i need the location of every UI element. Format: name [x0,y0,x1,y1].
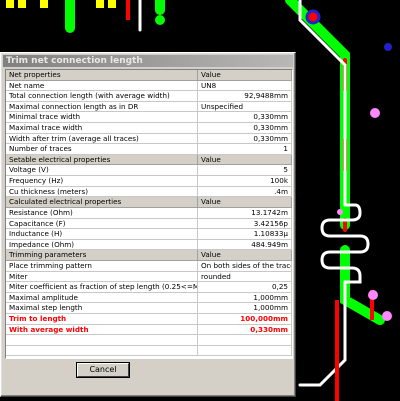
property-value [198,345,292,357]
property-value: Value [198,250,292,261]
property-label: Inductance (H) [6,229,198,240]
table-row[interactable]: Miter coefficient as fraction of step le… [6,282,292,293]
property-value[interactable]: 5 [198,165,292,177]
table-row[interactable]: Miter rounded [6,271,292,283]
property-label: Maximal trace width [6,123,198,134]
property-value[interactable]: 92,9488mm [198,91,292,102]
table-row[interactable]: Width after trim (average all traces) 0,3… [6,133,292,145]
property-label: Miter [6,271,198,283]
table-row[interactable]: Capacitance (F) 3.42156p [6,218,292,230]
property-label: Minimal trace width [6,112,198,124]
property-label: Width after trim (average all traces) [6,133,198,145]
property-label: Number of traces [6,144,198,155]
table-section-header: Trimming parameters Value [6,250,292,261]
table-row[interactable]: Total connection length (with average wi… [6,91,292,102]
property-value: Value [198,70,292,81]
table-row[interactable]: With average width 0,330mm [6,324,292,336]
property-value [198,335,292,346]
property-label [6,345,198,357]
property-value[interactable]: 100,000mm [198,314,292,325]
property-value[interactable]: 1,000mm [198,303,292,315]
property-label: Trimming parameters [6,250,198,261]
property-value[interactable]: 100k [198,176,292,187]
property-label: Capacitance (F) [6,218,198,230]
table-section-header: Setable electrical properties Value [6,154,292,166]
property-value[interactable]: .4m [198,186,292,198]
table-row[interactable]: Maximal trace width 0,330mm [6,123,292,134]
table-row[interactable] [6,345,292,357]
table-row[interactable] [6,335,292,346]
property-value[interactable]: 484.949m [198,239,292,251]
table-row[interactable]: Place trimming pattern On both sides of t… [6,260,292,272]
property-label: Miter coefficient as fraction of step le… [6,282,198,293]
property-label: Cu thickness (meters) [6,186,198,198]
property-value[interactable]: 0,330mm [198,112,292,124]
table-row[interactable]: Net name UN8 [6,80,292,92]
table-row[interactable]: Maximal step length 1,000mm [6,303,292,315]
property-label: Calculated electrical properties [6,197,198,208]
property-label: Net name [6,80,198,92]
property-label: With average width [6,324,198,336]
property-value[interactable]: rounded [198,271,292,283]
property-label: Resistance (Ohm) [6,207,198,219]
dialog-title: Trim net connection length [3,55,293,67]
property-label: Place trimming pattern [6,260,198,272]
property-value[interactable]: Unspecified [198,101,292,113]
property-value[interactable]: 3.42156p [198,218,292,230]
property-label: Net properties [6,70,198,81]
property-label: Trim to length [6,314,198,325]
trim-net-dialog: Trim net connection length Net propertie… [0,52,296,397]
properties-table[interactable]: Net properties Value Net name UN8 Total conn… [5,69,293,359]
property-label: Impedance (Ohm) [6,239,198,251]
property-value[interactable]: 0,330mm [198,133,292,145]
table-row[interactable]: Cu thickness (meters) .4m [6,186,292,198]
property-value[interactable]: UN8 [198,80,292,92]
property-value[interactable]: 13.1742m [198,207,292,219]
table-row[interactable]: Maximal amplitude 1,000mm [6,292,292,304]
property-value[interactable]: 0,330mm [198,324,292,336]
property-value[interactable]: On both sides of the trace [198,260,292,272]
property-label: Maximal amplitude [6,292,198,304]
table-section-header: Net properties Value [6,70,292,81]
property-label: Total connection length (with average wi… [6,91,198,102]
property-value[interactable]: 0,330mm [198,123,292,134]
property-value[interactable]: 1 [198,144,292,155]
property-label: Maximal connection length as in DR [6,101,198,113]
property-label: Voltage (V) [6,165,198,177]
table-row[interactable]: Inductance (H) 1.10833µ [6,229,292,240]
property-value[interactable]: 0,25 [198,282,292,293]
property-value: Value [198,154,292,166]
table-row[interactable]: Trim to length 100,000mm [6,314,292,325]
table-row[interactable]: Impedance (Ohm) 484.949m [6,239,292,251]
yellow-pads [6,0,116,8]
table-row[interactable]: Number of traces 1 [6,144,292,155]
property-value: Value [198,197,292,208]
table-row[interactable]: Voltage (V) 5 [6,165,292,177]
property-label [6,335,198,346]
table-row[interactable]: Resistance (Ohm) 13.1742m [6,207,292,219]
table-row[interactable]: Frequency (Hz) 100k [6,176,292,187]
property-label: Frequency (Hz) [6,176,198,187]
table-row[interactable]: Minimal trace width 0,330mm [6,112,292,124]
property-value[interactable]: 1,000mm [198,292,292,304]
cancel-button[interactable]: Cancel [76,362,130,378]
table-row[interactable]: Maximal connection length as in DR Unspec… [6,101,292,113]
property-value[interactable]: 1.10833µ [198,229,292,240]
property-label: Maximal step length [6,303,198,315]
table-section-header: Calculated electrical properties Value [6,197,292,208]
property-label: Setable electrical properties [6,154,198,166]
